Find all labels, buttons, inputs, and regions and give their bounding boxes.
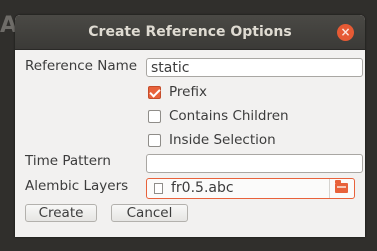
document-icon xyxy=(154,183,163,194)
create-button[interactable]: Create xyxy=(25,204,97,222)
time-pattern-input[interactable] xyxy=(146,154,363,173)
inside-selection-label: Inside Selection xyxy=(169,132,276,148)
close-icon[interactable]: × xyxy=(337,24,354,41)
dialog-title: Create Reference Options xyxy=(88,24,292,40)
reference-name-input[interactable] xyxy=(146,58,363,77)
time-pattern-label: Time Pattern xyxy=(25,153,111,169)
alembic-layers-filename: fr0.5.abc xyxy=(171,180,234,196)
create-reference-options-dialog: Create Reference Options × Reference Nam… xyxy=(15,15,365,237)
alembic-layers-label: Alembic Layers xyxy=(25,178,129,194)
cancel-button[interactable]: Cancel xyxy=(111,204,188,222)
contains-children-checkbox[interactable] xyxy=(148,109,161,123)
inside-selection-checkbox[interactable] xyxy=(148,133,161,147)
contains-children-label: Contains Children xyxy=(169,108,289,124)
alembic-layers-file-chooser[interactable]: fr0.5.abc xyxy=(146,178,355,199)
inside-selection-option[interactable]: Inside Selection xyxy=(148,131,276,149)
dialog-titlebar[interactable]: Create Reference Options × xyxy=(15,15,365,50)
prefix-label: Prefix xyxy=(169,84,207,100)
browse-folder-button[interactable] xyxy=(329,179,354,198)
prefix-checkbox[interactable] xyxy=(148,85,161,99)
contains-children-option[interactable]: Contains Children xyxy=(148,107,289,125)
reference-name-label: Reference Name xyxy=(25,58,138,74)
folder-icon xyxy=(335,180,348,193)
prefix-option[interactable]: Prefix xyxy=(148,83,207,101)
